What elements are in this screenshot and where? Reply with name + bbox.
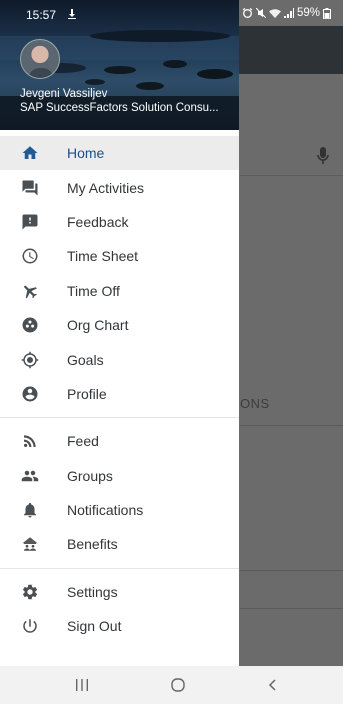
groups-icon: [21, 467, 39, 485]
menu-item-goals[interactable]: Goals: [0, 342, 239, 376]
menu-divider: [0, 567, 239, 569]
benefits-icon: [21, 535, 39, 553]
menu-item-profile[interactable]: Profile: [0, 377, 239, 411]
avatar[interactable]: [20, 39, 60, 79]
menu-item-groups[interactable]: Groups: [0, 459, 239, 493]
menu-item-settings[interactable]: Settings: [0, 575, 239, 609]
recent-apps-icon: [76, 679, 88, 691]
back-button[interactable]: [263, 676, 283, 694]
feedback-icon: [21, 213, 39, 231]
menu-divider: [0, 417, 239, 419]
signal-icon: [283, 8, 294, 18]
menu-item-home[interactable]: Home: [0, 136, 239, 171]
org-chart-icon: [21, 316, 39, 334]
menu-item-label: Benefits: [67, 536, 118, 553]
menu-item-label: Groups: [67, 467, 113, 484]
menu-item-label: Org Chart: [67, 317, 129, 334]
user-title: SAP SuccessFactors Solution Consu...: [20, 102, 219, 114]
status-bar: 15:57 59%: [0, 0, 343, 26]
menu-item-label: Home: [67, 145, 105, 162]
battery-icon: [323, 7, 331, 19]
clock-icon: [21, 247, 39, 265]
microphone-icon: [317, 147, 329, 164]
menu-item-time-off[interactable]: Time Off: [0, 274, 239, 308]
menu-item-my-activities[interactable]: My Activities: [0, 170, 239, 204]
recent-apps-button[interactable]: [72, 676, 92, 694]
system-navigation-bar: [0, 666, 343, 704]
menu-item-notifications[interactable]: Notifications: [0, 493, 239, 527]
menu-item-label: Profile: [67, 385, 107, 402]
status-indicators: 59%: [242, 7, 331, 19]
menu-item-org-chart[interactable]: Org Chart: [0, 308, 239, 342]
battery-percent: 59%: [296, 7, 320, 19]
menu-item-benefits[interactable]: Benefits: [0, 527, 239, 561]
menu-item-label: My Activities: [67, 179, 145, 196]
background-divider: [240, 570, 343, 571]
menu-item-label: Feed: [67, 433, 99, 450]
power-icon: [21, 617, 39, 635]
wifi-icon: [268, 9, 281, 18]
download-icon: [68, 9, 76, 19]
mute-icon: [255, 8, 266, 18]
drawer-menu: Home My Activities Feedback Time Sheet T…: [0, 136, 239, 643]
menu-item-label: Settings: [67, 583, 118, 600]
feed-icon: [21, 432, 39, 450]
background-divider: [240, 608, 343, 609]
airplane-icon: [21, 282, 39, 300]
menu-item-time-sheet[interactable]: Time Sheet: [0, 239, 239, 273]
activities-icon: [21, 179, 39, 197]
navigation-drawer: Jevgeni Vassiljev SAP SuccessFactors Sol…: [0, 0, 239, 666]
home-button[interactable]: [168, 676, 188, 694]
profile-icon: [21, 385, 39, 403]
home-icon: [21, 144, 39, 162]
gear-icon: [21, 583, 39, 601]
menu-item-label: Notifications: [67, 502, 144, 519]
menu-item-sign-out[interactable]: Sign Out: [0, 609, 239, 643]
menu-item-label: Feedback: [67, 213, 129, 230]
target-icon: [21, 351, 39, 369]
background-divider: [240, 425, 343, 426]
menu-item-label: Time Off: [67, 282, 120, 299]
user-name: Jevgeni Vassiljev: [20, 88, 108, 100]
menu-item-label: Time Sheet: [67, 248, 139, 265]
background-section-label: ONS: [240, 396, 270, 411]
back-arrow-icon: [268, 679, 276, 691]
home-circle-icon: [171, 678, 185, 692]
menu-item-label: Goals: [67, 351, 104, 368]
menu-item-feedback[interactable]: Feedback: [0, 205, 239, 239]
menu-item-feed[interactable]: Feed: [0, 424, 239, 458]
status-time: 15:57: [26, 8, 57, 22]
alarm-icon: [242, 8, 253, 18]
bell-icon: [21, 501, 39, 519]
menu-item-label: Sign Out: [67, 618, 122, 635]
